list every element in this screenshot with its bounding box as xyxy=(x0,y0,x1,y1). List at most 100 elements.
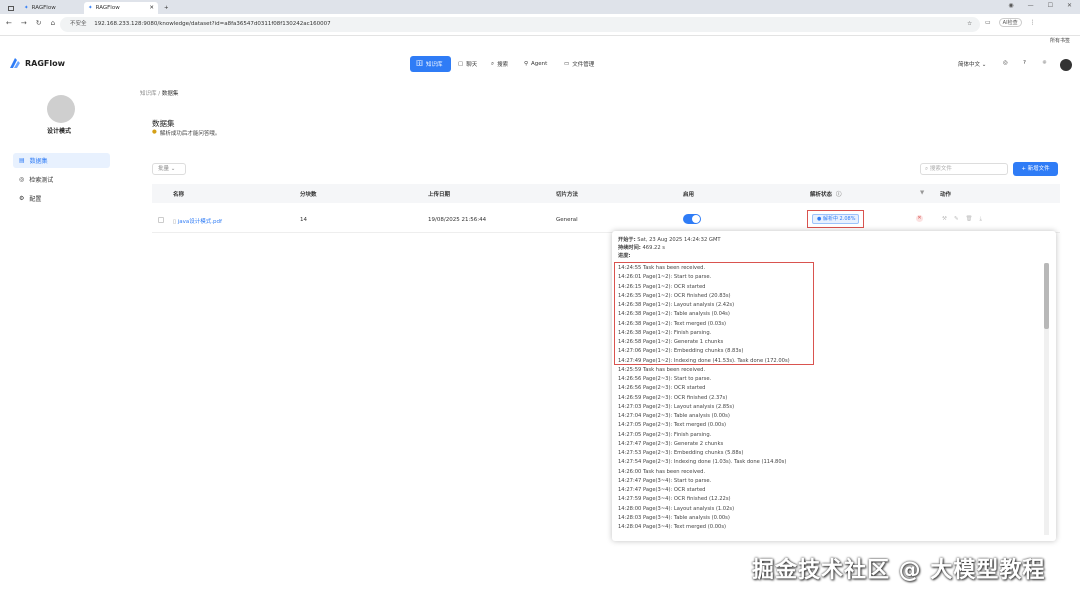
nav-knowledge-base[interactable]: 🗄 知识库 xyxy=(410,56,451,72)
forward-icon[interactable]: → xyxy=(21,19,27,27)
chunk-method[interactable]: General xyxy=(556,217,578,223)
app-logo[interactable]: RAGFlow xyxy=(9,57,65,69)
sidebar-item-dataset[interactable]: ▤ 数据集 xyxy=(13,153,110,168)
log-line: 14:28:03 Page(3~4): Table analysis (0.00… xyxy=(618,514,730,521)
star-icon[interactable]: ☆ xyxy=(967,17,972,32)
nav-agent[interactable]: ⚲ Agent xyxy=(518,56,553,72)
column-header-enabled: 启用 xyxy=(683,192,695,198)
ragflow-logo-icon xyxy=(10,58,20,68)
retrieval-icon: ◎ xyxy=(19,176,25,183)
watermark: 掘金技术社区 @ 大模型教程 xyxy=(752,558,1046,583)
duration: 持续时间: 469.22 s xyxy=(618,245,665,251)
chevron-down-icon: ⌄ xyxy=(981,62,987,68)
bookmarks-label[interactable]: 所有书签 xyxy=(1050,37,1070,44)
help-icon[interactable]: ? xyxy=(1023,60,1026,66)
log-line: 14:27:04 Page(2~3): Table analysis (0.00… xyxy=(618,413,730,419)
language-select[interactable]: 简体中文 ⌄ xyxy=(958,60,986,68)
sidebar-item-settings[interactable]: ⚙ 配置 xyxy=(13,191,110,206)
nav-search[interactable]: ⌕ 搜索 xyxy=(485,56,514,72)
chevron-down-icon: ⌄ xyxy=(170,166,176,172)
cancel-parse-icon[interactable]: ✕ xyxy=(916,215,923,222)
log-line: 14:26:00 Task has been received. xyxy=(618,468,706,475)
nav-file-manager[interactable]: ▭ 文件管理 xyxy=(558,56,600,72)
status-highlight-box xyxy=(807,210,864,228)
github-icon[interactable]: ◎ xyxy=(1003,60,1008,66)
browser-tabbar: ✦ RAGFlow ✦ RAGFlow ✕ + ◉ — ☐ ✕ xyxy=(0,0,1080,14)
file-name-link[interactable]: ▯ java设计模式.pdf xyxy=(173,217,222,225)
log-line: 14:28:00 Page(3~4): Layout analysis (1.0… xyxy=(618,505,735,512)
column-header-name: 名称 xyxy=(173,192,185,198)
scrollbar-thumb[interactable] xyxy=(1044,263,1049,329)
column-header-method: 切片方法 xyxy=(556,192,579,198)
log-line: 14:26:56 Page(2~3): Start to parse. xyxy=(618,376,712,382)
settings-icon: ⚙ xyxy=(19,195,25,202)
kb-name: 设计模式 xyxy=(47,128,72,135)
browser-tab-2[interactable]: ✦ RAGFlow ✕ xyxy=(84,2,158,14)
bulk-button[interactable]: 批量 ⌄ xyxy=(152,163,186,175)
log-line: 14:26:59 Page(2~3): OCR finished (2.37s) xyxy=(618,394,728,401)
ragflow-favicon-icon: ✦ xyxy=(24,5,29,11)
log-line: 14:28:04 Page(3~4): Text merged (0.00s) xyxy=(618,524,727,530)
log-line: 14:27:03 Page(2~3): Layout analysis (2.8… xyxy=(618,403,735,410)
back-icon[interactable]: ← xyxy=(6,19,12,27)
breadcrumb: 知识库 / 数据集 xyxy=(140,91,179,97)
nav-buttons: ← → ↻ ⌂ xyxy=(6,19,55,27)
window-icon xyxy=(8,5,14,11)
breadcrumb-parent[interactable]: 知识库 xyxy=(140,91,157,97)
log-line: 14:27:05 Page(2~3): Finish parsing. xyxy=(618,431,712,438)
pdf-file-icon: ▯ xyxy=(173,219,177,225)
menu-icon[interactable]: ⋮ xyxy=(1030,19,1036,26)
plus-icon: + xyxy=(1021,166,1026,172)
column-header-chunks: 分块数 xyxy=(300,192,317,198)
reload-icon[interactable]: ↻ xyxy=(36,19,42,27)
start-time: 开始于: Sat, 23 Aug 2025 14:24:32 GMT xyxy=(618,237,721,243)
log-line: 14:27:47 Page(2~3): Generate 2 chunks xyxy=(618,440,724,447)
folder-icon: ▭ xyxy=(564,61,570,67)
user-avatar[interactable] xyxy=(1060,59,1072,71)
log-line: 14:26:56 Page(2~3): OCR started xyxy=(618,385,706,392)
address-bar[interactable]: 不安全 192.168.233.128:9080/knowledge/datas… xyxy=(60,17,980,32)
row-actions: ⚒ ✎ 🗑 ⤓ xyxy=(942,216,982,223)
enable-toggle[interactable] xyxy=(683,214,701,224)
scrollbar-track[interactable] xyxy=(1044,263,1049,535)
security-label[interactable]: 不安全 xyxy=(70,21,87,27)
browser-tab-1[interactable]: ✦ RAGFlow xyxy=(20,2,80,14)
nav-chat[interactable]: ▢ 聊天 xyxy=(452,56,483,72)
bookmarks-bar: 所有书签 xyxy=(0,36,1080,46)
minimize-icon[interactable]: — xyxy=(1028,2,1034,9)
edit-icon[interactable]: ✎ xyxy=(954,216,959,223)
log-line: 14:27:59 Page(3~4): OCR finished (12.22s… xyxy=(618,496,731,503)
home-icon[interactable]: ⌂ xyxy=(51,19,55,27)
column-header-upload-date: 上传日期 xyxy=(428,192,451,198)
ragflow-favicon-icon: ✦ xyxy=(88,5,93,11)
add-file-button[interactable]: + 新增文件 xyxy=(1013,162,1058,176)
chunk-count: 14 xyxy=(300,217,307,223)
upload-date: 19/08/2025 21:56:44 xyxy=(428,217,487,223)
theme-icon[interactable]: ☼ xyxy=(1042,60,1047,66)
breadcrumb-current: 数据集 xyxy=(161,91,179,97)
toggle-knob xyxy=(692,215,700,223)
table-row xyxy=(152,208,1060,233)
sidebar-item-retrieval[interactable]: ◎ 检索测试 xyxy=(13,172,110,187)
info-icon[interactable]: ⓘ xyxy=(836,190,842,198)
tools-icon[interactable]: ⚒ xyxy=(942,216,947,223)
ai-check-label[interactable]: AI检查 xyxy=(998,18,1022,27)
filter-icon[interactable]: ▼ xyxy=(920,190,924,196)
log-line: 14:27:05 Page(2~3): Text merged (0.00s) xyxy=(618,422,727,429)
kb-avatar xyxy=(47,95,75,123)
download-icon[interactable]: ⤓ xyxy=(980,216,982,223)
column-header-status: 解析状态 xyxy=(810,192,833,198)
maximize-icon[interactable]: ☐ xyxy=(1048,2,1053,9)
row-checkbox[interactable] xyxy=(158,217,164,223)
new-tab-button[interactable]: + xyxy=(160,2,173,14)
close-icon[interactable]: ✕ xyxy=(149,5,154,11)
close-window-icon[interactable]: ✕ xyxy=(1067,2,1072,9)
delete-icon[interactable]: 🗑 xyxy=(966,216,973,223)
database-icon: 🗄 xyxy=(416,61,423,67)
dataset-icon: ▤ xyxy=(19,157,25,164)
log-line: 14:27:53 Page(2~3): Embedding chunks (5.… xyxy=(618,450,744,456)
sidebar-icon[interactable]: ▭ xyxy=(985,19,991,26)
search-input[interactable]: ⌕ 搜索文件 xyxy=(920,163,1008,175)
profile-icon[interactable]: ◉ xyxy=(1008,2,1013,9)
browser-tab[interactable] xyxy=(4,2,18,14)
